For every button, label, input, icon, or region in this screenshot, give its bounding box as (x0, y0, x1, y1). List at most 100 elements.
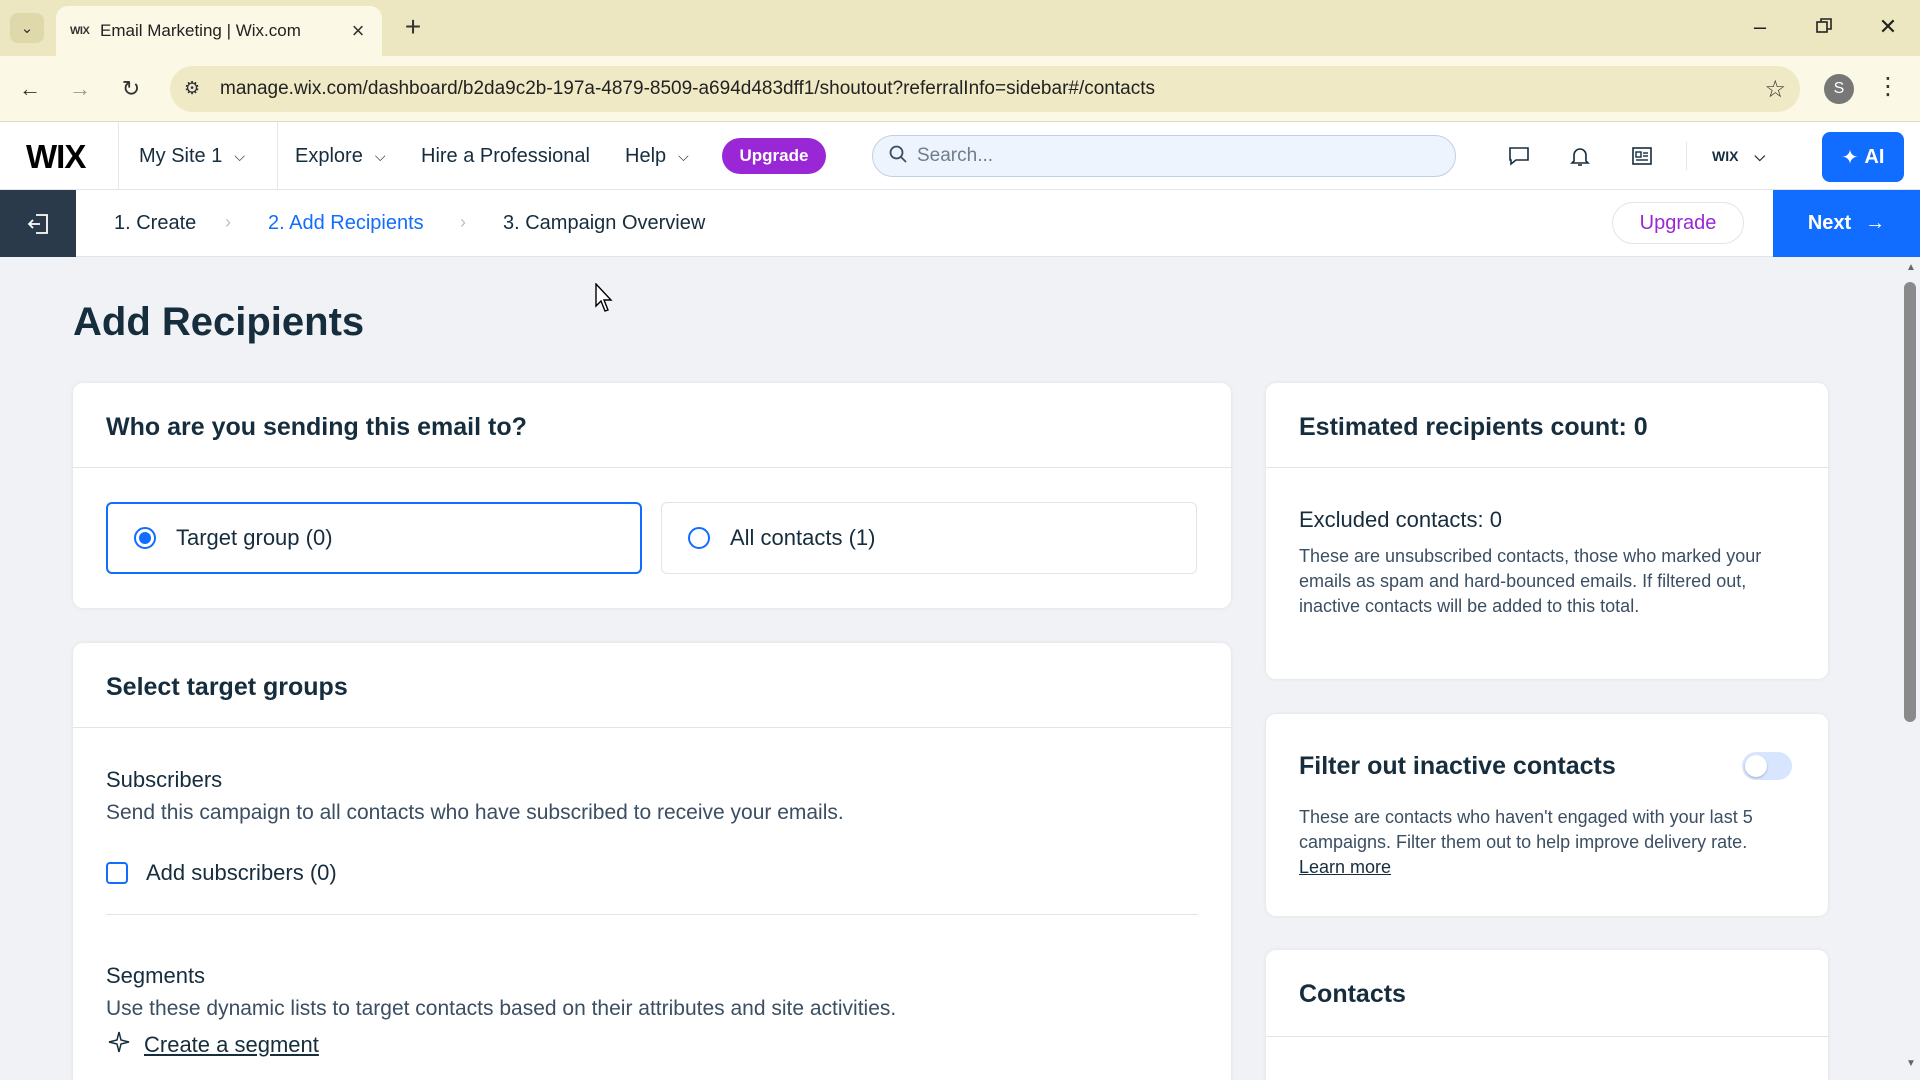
segments-heading: Segments (106, 963, 206, 988)
toolbar-divider (1686, 142, 1687, 170)
nav-help[interactable]: Help ⌵ (625, 122, 689, 190)
radio-all-contacts[interactable]: All contacts (1) (661, 502, 1197, 574)
filter-inactive-description: These are contacts who haven't engaged w… (1299, 805, 1789, 880)
arrow-right-icon: → (1865, 212, 1886, 234)
excluded-contacts-description: These are unsubscribed contacts, those w… (1299, 546, 1762, 616)
ai-assistant-button[interactable]: ✦ AI (1822, 132, 1904, 182)
chevron-down-icon: ⌵ (374, 147, 386, 164)
wix-top-bar: WIX My Site 1 ⌵ Explore ⌵ Hire a Profess… (0, 122, 1920, 190)
nav-explore-label: Explore (295, 144, 363, 167)
bell-icon[interactable] (1564, 140, 1596, 172)
step-create[interactable]: 1. Create (114, 190, 196, 257)
add-subscribers-checkbox-row[interactable]: Add subscribers (0) (106, 860, 337, 886)
radio-selected-icon (134, 527, 156, 549)
next-label: Next (1807, 212, 1852, 234)
who-card: Who are you sending this email to? Targe… (73, 383, 1231, 608)
chevron-down-icon: ⌵ (234, 147, 245, 164)
reload-icon[interactable]: ↻ (114, 72, 148, 106)
profile-avatar[interactable]: S (1824, 74, 1854, 104)
wizard-step-bar: 1. Create › 2. Add Recipients › 3. Campa… (0, 190, 1920, 257)
nav-help-label: Help (625, 144, 667, 167)
page-title: Add Recipients (73, 300, 365, 344)
nav-hire-label: Hire a Professional (421, 144, 590, 167)
chevron-right-icon: › (225, 212, 231, 232)
add-subscribers-label: Add subscribers (0) (146, 860, 337, 885)
create-segment-label: Create a segment (144, 1032, 319, 1057)
radio-all-contacts-label: All contacts (1) (730, 525, 876, 550)
ai-label: AI (1864, 145, 1885, 168)
step-campaign-overview[interactable]: 3. Campaign Overview (503, 190, 705, 257)
nav-hire-professional[interactable]: Hire a Professional (421, 122, 590, 190)
bookmark-star-icon[interactable]: ☆ (1764, 75, 1786, 104)
sparkle-icon (106, 1029, 132, 1061)
url-text[interactable]: manage.wix.com/dashboard/b2da9c2b-197a-4… (220, 78, 1155, 100)
toggle-knob (1745, 755, 1767, 777)
tab-title: Email Marketing | Wix.com (100, 21, 301, 40)
filter-inactive-toggle[interactable] (1742, 752, 1792, 780)
minimize-icon[interactable]: – (1740, 12, 1780, 42)
chevron-down-icon: ⌵ (1754, 147, 1766, 164)
estimate-card: Estimated recipients count: 0 Excluded c… (1266, 383, 1828, 679)
contacts-title: Contacts (1299, 980, 1406, 1008)
browser-menu-icon[interactable]: ⋮ (1876, 72, 1900, 101)
forward-arrow-icon[interactable]: → (63, 72, 97, 106)
chevron-down-icon: ⌵ (678, 147, 689, 164)
account-menu[interactable]: WIX ⌵ (1712, 122, 1765, 190)
target-groups-card: Select target groups Subscribers Send th… (73, 643, 1231, 1080)
chevron-right-icon: › (460, 212, 466, 232)
subscribers-heading: Subscribers (106, 767, 223, 792)
segments-description: Use these dynamic lists to target contac… (106, 997, 897, 1020)
radio-target-group-label: Target group (0) (176, 525, 333, 550)
radio-unselected-icon (688, 527, 710, 549)
divider (106, 914, 1198, 915)
divider (1266, 1036, 1828, 1037)
site-settings-icon[interactable]: ⚙ (184, 78, 200, 99)
scrollbar-thumb[interactable] (1904, 282, 1916, 722)
sparkle-icon: ✦ (1841, 146, 1859, 169)
search-box[interactable] (872, 135, 1456, 177)
filter-inactive-title: Filter out inactive contacts (1299, 752, 1616, 780)
browser-tab-active[interactable]: WIX Email Marketing | Wix.com × (56, 6, 382, 56)
site-name: My Site 1 (139, 144, 223, 167)
upgrade-button[interactable]: Upgrade (722, 138, 826, 174)
mouse-cursor-icon (595, 282, 615, 318)
learn-more-link[interactable]: Learn more (1299, 857, 1391, 877)
divider (73, 467, 1231, 468)
exit-wizard-button[interactable] (0, 190, 76, 257)
subscribers-description: Send this campaign to all contacts who h… (106, 801, 844, 824)
radio-target-group[interactable]: Target group (0) (106, 502, 642, 574)
create-segment-link[interactable]: Create a segment (106, 1029, 319, 1061)
next-button[interactable]: Next → (1773, 190, 1920, 257)
filter-inactive-card: Filter out inactive contacts These are c… (1266, 714, 1828, 916)
restore-icon[interactable] (1804, 12, 1844, 42)
scroll-up-icon[interactable]: ▲ (1904, 262, 1918, 273)
browser-tab-strip: ⌄ WIX Email Marketing | Wix.com × + – ✕ (0, 0, 1920, 56)
scroll-down-icon[interactable]: ▼ (1904, 1058, 1918, 1069)
account-logo: WIX (1712, 148, 1739, 164)
window-close-icon[interactable]: ✕ (1868, 12, 1908, 42)
search-input[interactable] (917, 145, 1417, 167)
target-groups-title: Select target groups (106, 673, 348, 701)
step-add-recipients[interactable]: 2. Add Recipients (268, 190, 424, 257)
back-arrow-icon[interactable]: ← (13, 72, 47, 106)
news-feed-icon[interactable] (1626, 140, 1658, 172)
new-tab-plus-icon[interactable]: + (398, 12, 428, 42)
filter-inactive-text: These are contacts who haven't engaged w… (1299, 807, 1753, 852)
browser-toolbar: ← → ↻ ⚙ manage.wix.com/dashboard/b2da9c2… (0, 56, 1920, 122)
chat-icon[interactable] (1503, 140, 1535, 172)
estimated-recipients-title: Estimated recipients count: 0 (1299, 413, 1648, 441)
add-subscribers-checkbox[interactable] (106, 862, 128, 884)
divider (73, 727, 1231, 728)
upgrade-outline-button[interactable]: Upgrade (1612, 202, 1744, 244)
divider (1266, 467, 1828, 468)
search-icon (889, 145, 907, 168)
tab-close-icon[interactable]: × (348, 18, 368, 44)
wix-logo[interactable]: WIX (26, 138, 86, 176)
site-selector[interactable]: My Site 1 ⌵ (118, 122, 278, 190)
nav-explore[interactable]: Explore ⌵ (295, 122, 385, 190)
who-card-title: Who are you sending this email to? (106, 413, 527, 441)
address-bar[interactable]: ⚙ manage.wix.com/dashboard/b2da9c2b-197a… (170, 66, 1800, 112)
tab-search-chevron-icon[interactable]: ⌄ (10, 13, 44, 43)
exit-icon (27, 213, 48, 234)
contacts-card: Contacts (1266, 950, 1828, 1080)
